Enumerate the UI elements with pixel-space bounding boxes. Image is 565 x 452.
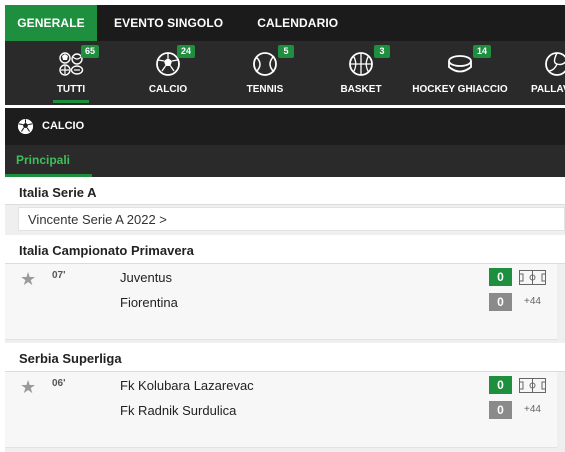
- basketball-icon: [349, 52, 373, 76]
- tab-evento-singolo[interactable]: EVENTO SINGOLO: [97, 5, 240, 41]
- sport-count-badge: 14: [473, 45, 492, 58]
- sport-count-badge: 3: [374, 45, 390, 58]
- more-markets-link[interactable]: +44: [524, 404, 541, 415]
- sport-tab-tennis[interactable]: 5 TENNIS: [230, 41, 300, 105]
- tab-principali[interactable]: Principali: [5, 145, 92, 177]
- sport-count-badge: 24: [177, 45, 196, 58]
- match-time: 06': [52, 378, 66, 389]
- match-row[interactable]: ★ 07' Juventus Fiorentina 0 0 +44: [5, 264, 557, 340]
- top-navigation: GENERALE EVENTO SINGOLO CALENDARIO: [5, 5, 565, 41]
- home-score: 0: [489, 268, 512, 286]
- pitch-icon[interactable]: [519, 378, 546, 393]
- section-title: CALCIO: [42, 120, 85, 132]
- sport-count-badge: 5: [278, 45, 294, 58]
- away-team: Fiorentina: [120, 295, 178, 310]
- outright-link[interactable]: Vincente Serie A 2022 >: [18, 207, 565, 231]
- tennis-ball-icon: [253, 52, 277, 76]
- away-score: 0: [489, 293, 512, 311]
- tab-calendario[interactable]: CALENDARIO: [240, 5, 355, 41]
- sport-tab-hockey-ghiaccio[interactable]: 14 HOCKEY GHIACCIO: [410, 41, 510, 105]
- favorite-star-icon[interactable]: ★: [20, 378, 38, 396]
- sport-tab-pallavolo[interactable]: PALLAV: [522, 41, 565, 105]
- sport-count-badge: 65: [81, 45, 100, 58]
- soccer-ball-icon: [17, 118, 34, 135]
- volleyball-icon: [545, 52, 565, 76]
- league-header[interactable]: Italia Campionato Primavera: [5, 235, 565, 264]
- away-score: 0: [489, 401, 512, 419]
- sport-selector-bar: 65 TUTTI 24 CALCIO 5 TENNIS 3 BASKET 14 …: [5, 41, 565, 105]
- sport-label: BASKET: [340, 84, 382, 95]
- away-team: Fk Radnik Surdulica: [120, 403, 237, 418]
- tab-generale[interactable]: GENERALE: [5, 5, 97, 41]
- sport-label: TENNIS: [246, 84, 284, 95]
- home-team: Fk Kolubara Lazarevac: [120, 378, 254, 393]
- home-team: Juventus: [120, 270, 173, 285]
- pitch-icon[interactable]: [519, 270, 546, 285]
- more-markets-link[interactable]: +44: [524, 296, 541, 307]
- sport-label: TUTTI: [56, 84, 86, 95]
- sport-label: PALLAV: [531, 84, 565, 95]
- league-header[interactable]: Italia Serie A: [5, 177, 565, 205]
- events-list: Italia Serie A Vincente Serie A 2022 > I…: [5, 177, 565, 452]
- sport-tab-calcio[interactable]: 24 CALCIO: [130, 41, 206, 105]
- sport-tab-tutti[interactable]: 65 TUTTI: [39, 41, 103, 105]
- section-header: CALCIO: [5, 108, 565, 145]
- league-header[interactable]: Serbia Superliga: [5, 343, 565, 372]
- match-row[interactable]: ★ 06' Fk Kolubara Lazarevac Fk Radnik Su…: [5, 372, 557, 448]
- market-subtabs: Principali: [5, 145, 565, 177]
- favorite-star-icon[interactable]: ★: [20, 270, 38, 288]
- sport-label: HOCKEY GHIACCIO: [412, 84, 508, 95]
- sport-tab-basket[interactable]: 3 BASKET: [326, 41, 396, 105]
- home-score: 0: [489, 376, 512, 394]
- match-time: 07': [52, 270, 66, 281]
- hockey-puck-icon: [448, 55, 472, 73]
- sport-label: CALCIO: [148, 84, 188, 95]
